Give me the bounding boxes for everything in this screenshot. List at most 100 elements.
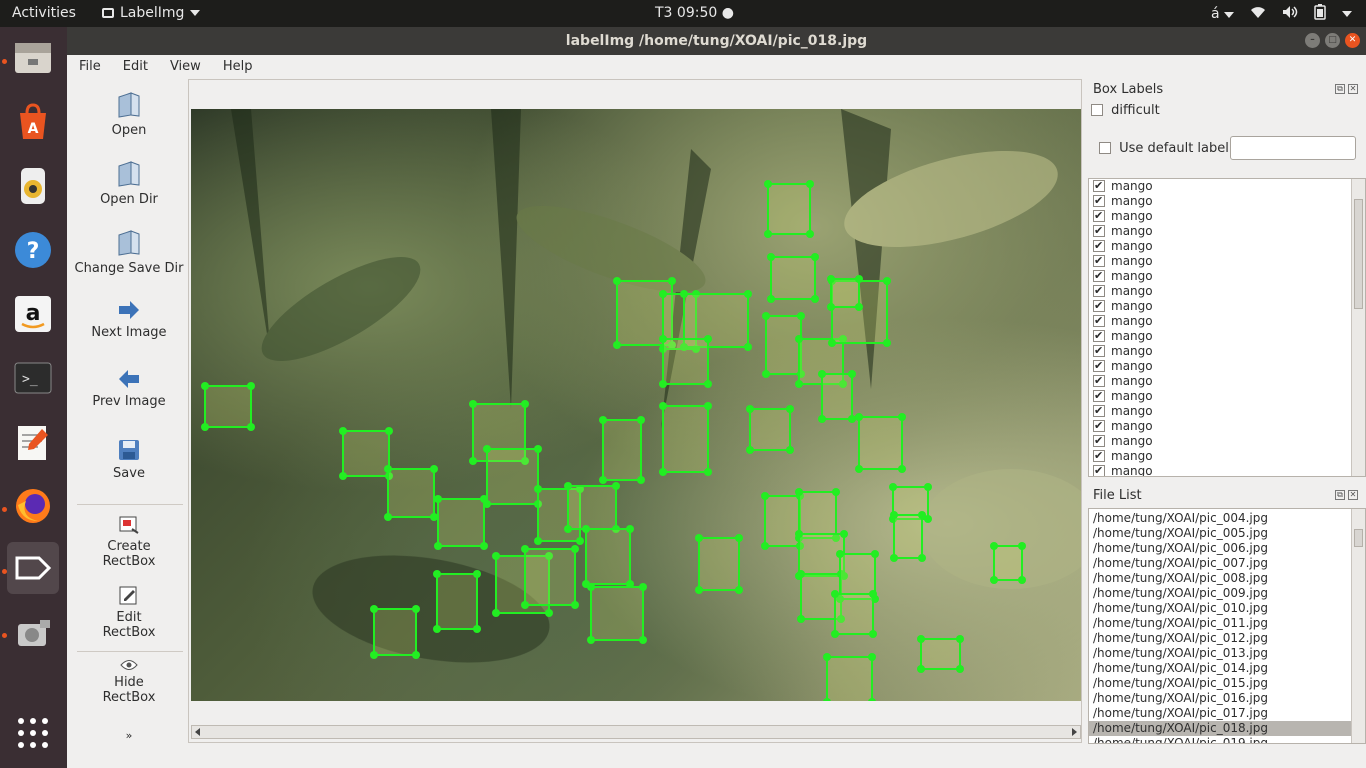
label-visible-checkbox[interactable] [1093, 403, 1105, 418]
labelimg-icon[interactable] [7, 542, 59, 594]
label-visible-checkbox[interactable] [1093, 448, 1105, 463]
default-label-input[interactable] [1230, 136, 1356, 160]
file-list-item[interactable]: /home/tung/XOAI/pic_008.jpg [1089, 571, 1365, 586]
file-list-item[interactable]: /home/tung/XOAI/pic_006.jpg [1089, 541, 1365, 556]
label-list-item[interactable]: mango [1089, 463, 1365, 476]
menu-edit[interactable]: Edit [111, 55, 158, 79]
label-visible-checkbox[interactable] [1093, 328, 1105, 343]
label-list-item[interactable]: mango [1089, 208, 1365, 224]
label-list-item[interactable]: mango [1089, 433, 1365, 449]
use-default-label-checkbox[interactable]: Use default label [1099, 141, 1229, 156]
label-list-item[interactable]: mango [1089, 373, 1365, 389]
label-list[interactable]: mangomangomangomangomangomangomangomango… [1088, 178, 1366, 477]
open-button[interactable]: Open [71, 91, 187, 138]
label-visible-checkbox[interactable] [1093, 238, 1105, 253]
label-visible-checkbox[interactable] [1093, 193, 1105, 208]
file-list-scroll-thumb[interactable] [1354, 529, 1363, 547]
files-icon[interactable] [7, 32, 59, 84]
minimize-button[interactable]: – [1305, 33, 1320, 48]
label-visible-checkbox[interactable] [1093, 463, 1105, 476]
text-editor-icon[interactable] [7, 416, 59, 468]
image-canvas[interactable] [188, 79, 1082, 743]
difficult-checkbox-box[interactable] [1091, 104, 1103, 116]
label-visible-checkbox[interactable] [1093, 373, 1105, 388]
help-icon[interactable]: ? [7, 224, 59, 276]
file-list-item[interactable]: /home/tung/XOAI/pic_018.jpg [1089, 721, 1365, 736]
screenshot-icon[interactable] [7, 607, 59, 659]
label-list-item[interactable]: mango [1089, 283, 1365, 299]
label-visible-checkbox[interactable] [1093, 253, 1105, 268]
file-list-item[interactable]: /home/tung/XOAI/pic_010.jpg [1089, 601, 1365, 616]
file-list-item[interactable]: /home/tung/XOAI/pic_017.jpg [1089, 706, 1365, 721]
edit-rectbox-button[interactable]: Edit RectBox [71, 584, 187, 640]
file-list-item[interactable]: /home/tung/XOAI/pic_014.jpg [1089, 661, 1365, 676]
label-list-item[interactable]: mango [1089, 223, 1365, 239]
keyboard-layout[interactable]: á [1211, 6, 1234, 22]
file-list-item[interactable]: /home/tung/XOAI/pic_004.jpg [1089, 511, 1365, 526]
maximize-button[interactable]: □ [1325, 33, 1340, 48]
label-list-item[interactable]: mango [1089, 343, 1365, 359]
file-list-item[interactable]: /home/tung/XOAI/pic_019.jpg [1089, 736, 1365, 743]
clock[interactable]: T3 09:50 ● [655, 5, 734, 21]
prev-image-button[interactable]: Prev Image [71, 368, 187, 409]
menu-view[interactable]: View [158, 55, 211, 79]
label-list-item[interactable]: mango [1089, 238, 1365, 254]
label-visible-checkbox[interactable] [1093, 388, 1105, 403]
label-list-item[interactable]: mango [1089, 193, 1365, 209]
menu-help[interactable]: Help [211, 55, 263, 79]
app-menu[interactable]: LabelImg [102, 5, 201, 21]
label-list-item[interactable]: mango [1089, 328, 1365, 344]
amazon-icon[interactable]: a [7, 288, 59, 340]
label-list-item[interactable]: mango [1089, 179, 1365, 194]
file-list-item[interactable]: /home/tung/XOAI/pic_013.jpg [1089, 646, 1365, 661]
close-panel-icon[interactable]: ✕ [1348, 84, 1358, 94]
horizontal-scrollbar[interactable] [191, 725, 1081, 739]
label-list-item[interactable]: mango [1089, 358, 1365, 374]
software-center-icon[interactable]: A [7, 96, 59, 148]
label-visible-checkbox[interactable] [1093, 179, 1105, 193]
scroll-right-arrow-icon[interactable] [1072, 728, 1077, 736]
mango-tree-image[interactable] [191, 109, 1081, 701]
next-image-button[interactable]: Next Image [71, 299, 187, 340]
close-button[interactable]: ✕ [1345, 33, 1360, 48]
file-list-scrollbar[interactable] [1351, 509, 1365, 743]
label-visible-checkbox[interactable] [1093, 283, 1105, 298]
create-rectbox-button[interactable]: Create RectBox [71, 513, 187, 569]
label-list-item[interactable]: mango [1089, 253, 1365, 269]
file-list[interactable]: /home/tung/XOAI/pic_004.jpg/home/tung/XO… [1088, 508, 1366, 744]
show-apps-icon[interactable] [7, 707, 59, 759]
label-visible-checkbox[interactable] [1093, 313, 1105, 328]
label-list-scrollbar[interactable] [1351, 179, 1365, 476]
open-dir-button[interactable]: Open Dir [71, 160, 187, 207]
file-list-item[interactable]: /home/tung/XOAI/pic_011.jpg [1089, 616, 1365, 631]
label-visible-checkbox[interactable] [1093, 208, 1105, 223]
label-visible-checkbox[interactable] [1093, 268, 1105, 283]
float-panel-icon[interactable]: ⧉ [1335, 84, 1345, 94]
terminal-icon[interactable]: >_ [7, 352, 59, 404]
label-visible-checkbox[interactable] [1093, 298, 1105, 313]
float-panel-icon[interactable]: ⧉ [1335, 490, 1345, 500]
label-list-item[interactable]: mango [1089, 388, 1365, 404]
label-list-item[interactable]: mango [1089, 403, 1365, 419]
label-list-item[interactable]: mango [1089, 448, 1365, 464]
file-list-item[interactable]: /home/tung/XOAI/pic_012.jpg [1089, 631, 1365, 646]
label-list-scroll-thumb[interactable] [1354, 199, 1363, 309]
change-save-dir-button[interactable]: Change Save Dir [71, 229, 187, 276]
file-list-item[interactable]: /home/tung/XOAI/pic_005.jpg [1089, 526, 1365, 541]
save-button[interactable]: Save [71, 438, 187, 481]
label-visible-checkbox[interactable] [1093, 343, 1105, 358]
difficult-checkbox[interactable]: difficult [1091, 103, 1160, 118]
file-list-item[interactable]: /home/tung/XOAI/pic_009.jpg [1089, 586, 1365, 601]
activities-button[interactable]: Activities [12, 5, 76, 21]
label-visible-checkbox[interactable] [1093, 418, 1105, 433]
rhythmbox-icon[interactable] [7, 160, 59, 212]
file-list-item[interactable]: /home/tung/XOAI/pic_007.jpg [1089, 556, 1365, 571]
hide-rectbox-button[interactable]: Hide RectBox [71, 659, 187, 705]
label-visible-checkbox[interactable] [1093, 433, 1105, 448]
window-titlebar[interactable]: labelImg /home/tung/XOAI/pic_018.jpg – □… [67, 27, 1366, 55]
file-list-item[interactable]: /home/tung/XOAI/pic_015.jpg [1089, 676, 1365, 691]
system-tray[interactable]: á [1211, 4, 1352, 24]
file-list-item[interactable]: /home/tung/XOAI/pic_016.jpg [1089, 691, 1365, 706]
scroll-left-arrow-icon[interactable] [195, 728, 200, 736]
close-panel-icon[interactable]: ✕ [1348, 490, 1358, 500]
